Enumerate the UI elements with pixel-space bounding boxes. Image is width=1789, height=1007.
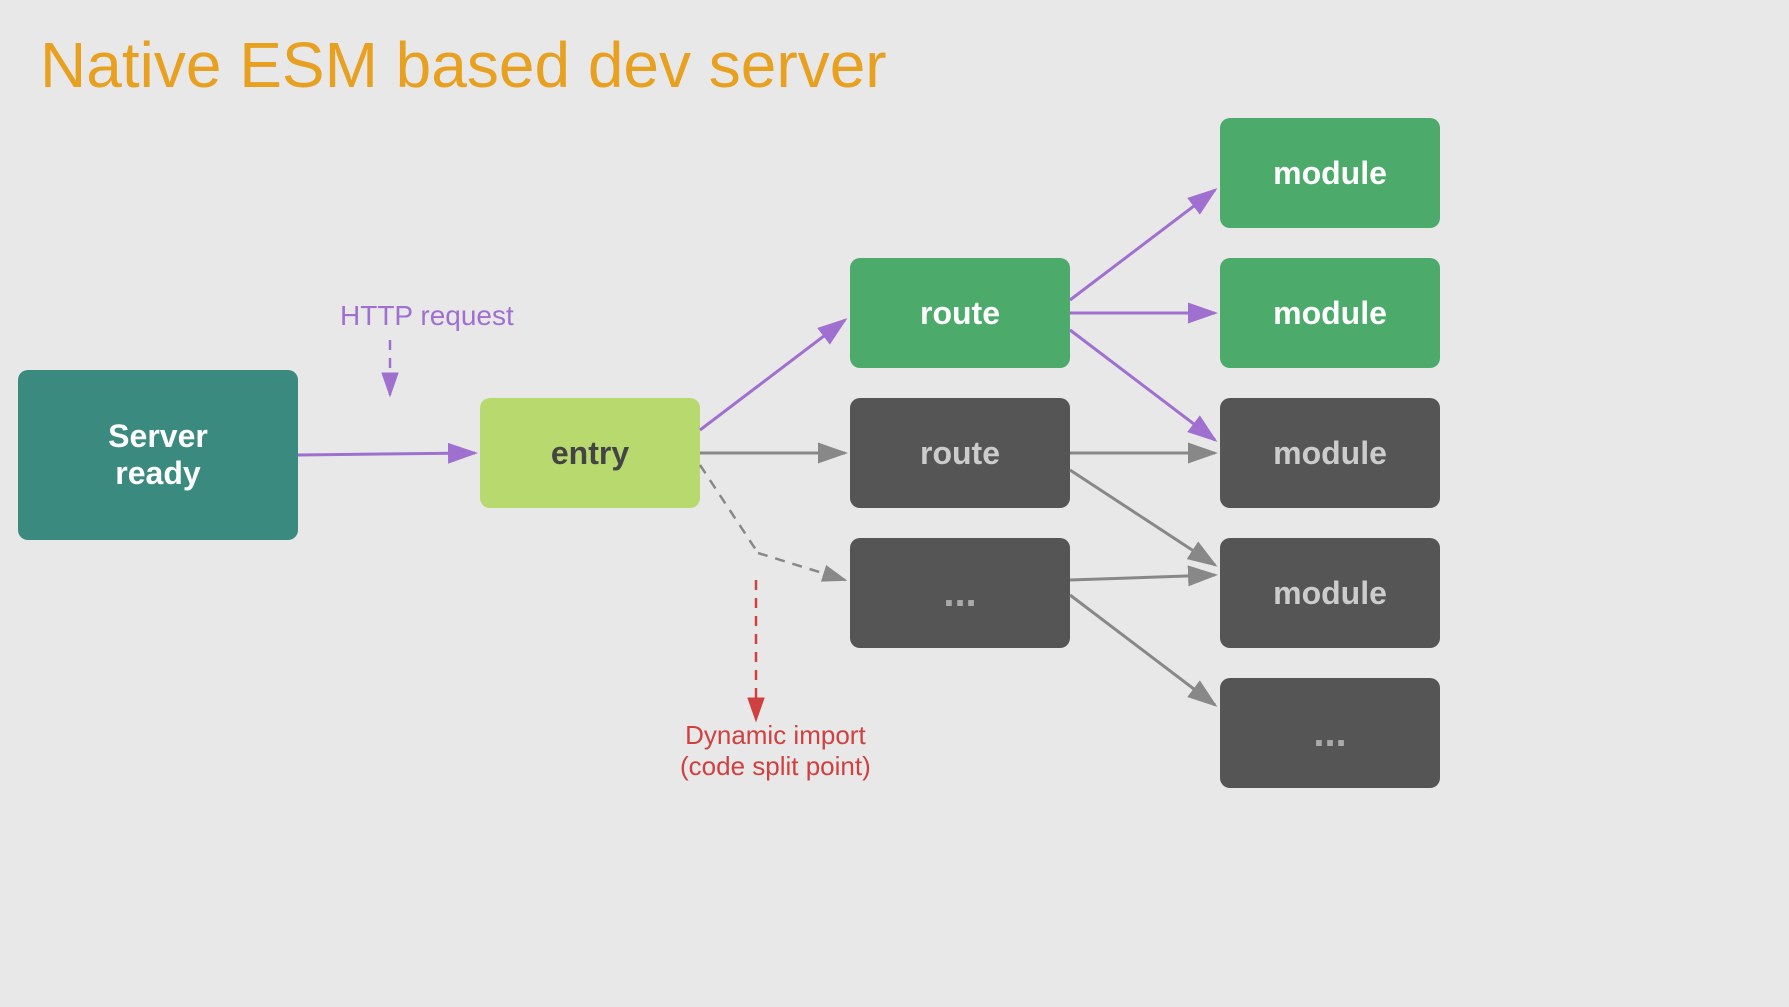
module-4-box: module bbox=[1220, 538, 1440, 648]
dots-right-box: ... bbox=[1220, 678, 1440, 788]
route-green-box: route bbox=[850, 258, 1070, 368]
dynamic-import-text: Dynamic import(code split point) bbox=[680, 720, 871, 781]
module-2-label: module bbox=[1273, 295, 1387, 332]
dots-right-label: ... bbox=[1313, 711, 1346, 756]
page-title: Native ESM based dev server bbox=[40, 28, 887, 102]
route-green-label: route bbox=[920, 295, 1000, 332]
module-1-box: module bbox=[1220, 118, 1440, 228]
route-dark-box: route bbox=[850, 398, 1070, 508]
server-ready-label: Serverready bbox=[108, 418, 208, 492]
route-dark-label: route bbox=[920, 435, 1000, 472]
dots-left-label: ... bbox=[943, 571, 976, 616]
module-4-label: module bbox=[1273, 575, 1387, 612]
dots-left-box: ... bbox=[850, 538, 1070, 648]
server-ready-box: Serverready bbox=[18, 370, 298, 540]
module-3-box: module bbox=[1220, 398, 1440, 508]
module-1-label: module bbox=[1273, 155, 1387, 192]
entry-box: entry bbox=[480, 398, 700, 508]
module-3-label: module bbox=[1273, 435, 1387, 472]
dynamic-import-label: Dynamic import(code split point) bbox=[680, 720, 871, 782]
module-2-box: module bbox=[1220, 258, 1440, 368]
entry-label: entry bbox=[551, 435, 629, 472]
http-request-label: HTTP request bbox=[340, 300, 514, 332]
